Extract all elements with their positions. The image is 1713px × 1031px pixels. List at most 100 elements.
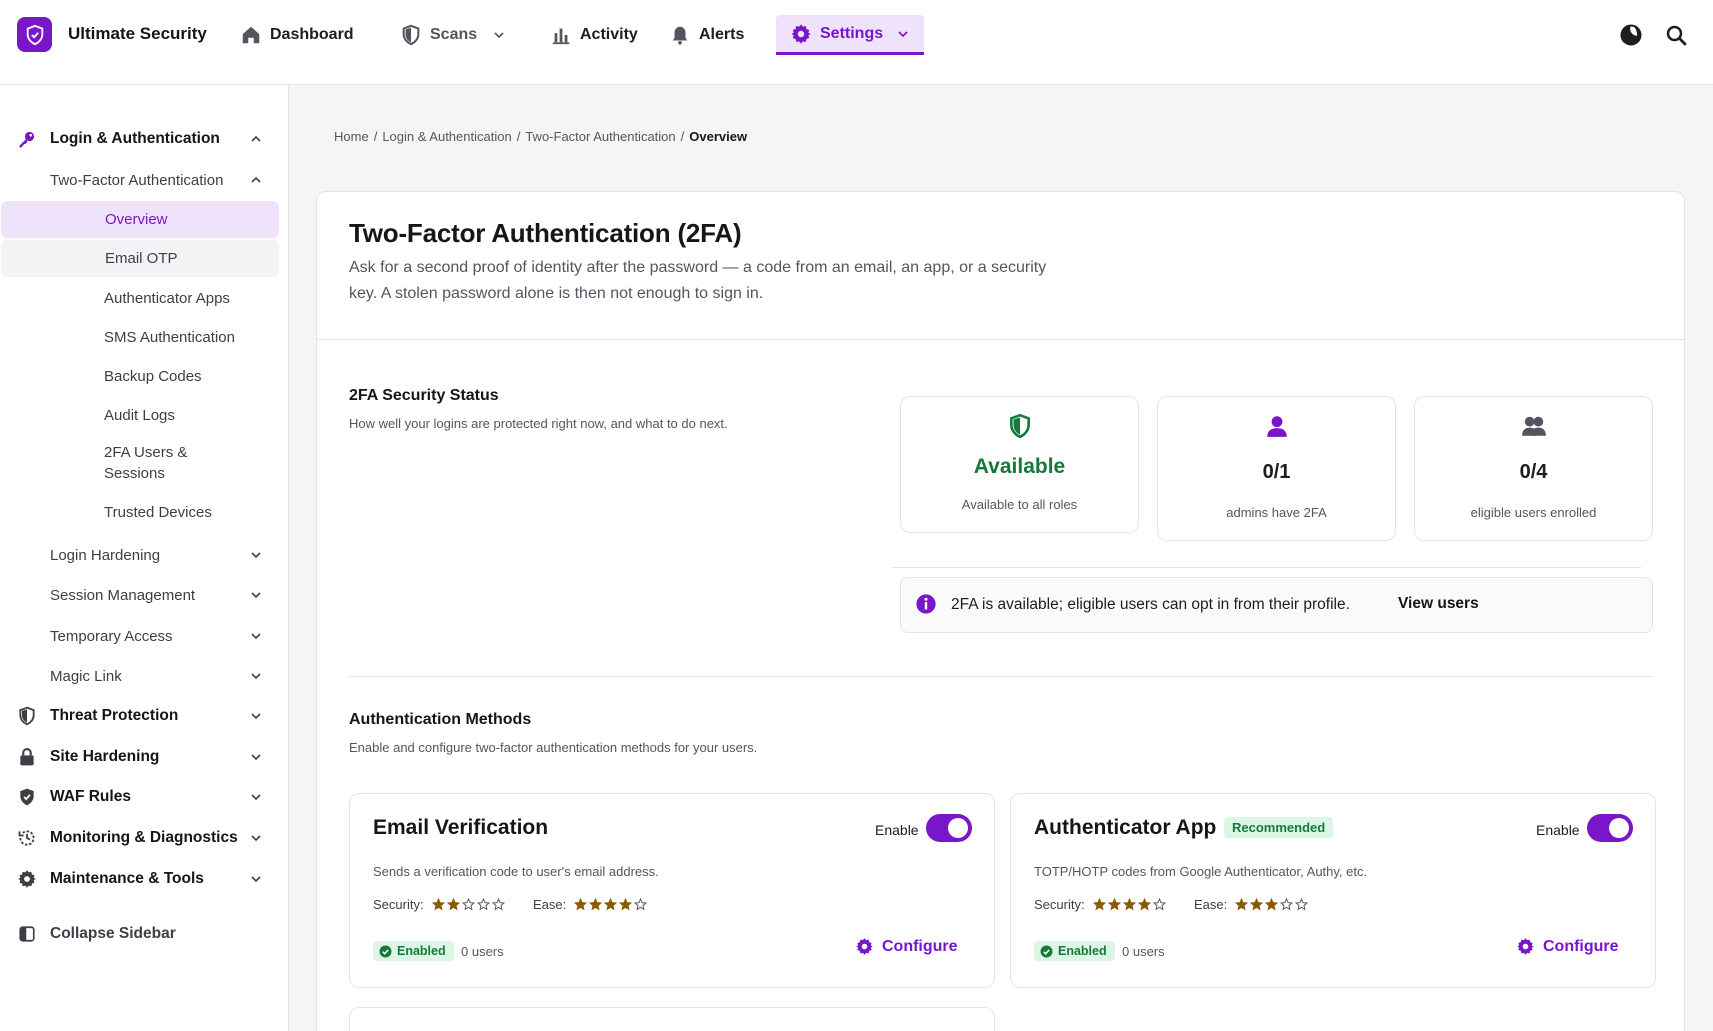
star-empty-icon [1295,898,1309,911]
sidebar-item-magic-link[interactable]: Magic Link [0,664,289,688]
nav-alerts[interactable]: Alerts [661,15,752,55]
theme-toggle-icon[interactable] [1619,23,1643,47]
sidebar-item-threat-protection[interactable]: Threat Protection [0,704,289,728]
app-title: Ultimate Security [68,24,207,43]
star-filled-icon [1235,898,1249,911]
chevron-down-icon [251,552,261,559]
nav-dashboard-label: Dashboard [270,26,354,43]
sidebar-item-trusted-devices[interactable]: Trusted Devices [0,494,289,531]
shield-icon [402,24,420,46]
ease-rating: Ease: [533,897,648,912]
nav-activity[interactable]: Activity [542,15,646,55]
sidebar-item-two-factor[interactable]: Two-Factor Authentication [0,169,289,191]
stat-label: Available to all roles [961,497,1078,512]
enable-label: Enable [1536,822,1580,838]
nav-scans[interactable]: Scans [392,15,515,55]
sidebar: Login & Authentication Two-Factor Authen… [0,85,289,1031]
divider [317,339,1684,340]
history-icon [17,828,37,848]
sidebar-item-audit-logs[interactable]: Audit Logs [0,397,289,434]
security-stars [1092,898,1166,911]
info-icon [916,594,936,614]
stat-label: eligible users enrolled [1470,505,1597,520]
breadcrumb-home[interactable]: Home [334,129,369,144]
breadcrumb-two-factor[interactable]: Two-Factor Authentication [525,129,675,144]
sidebar-item-temporary-access[interactable]: Temporary Access [0,624,289,648]
nav-settings-label: Settings [820,24,884,42]
gear-icon [856,938,873,955]
sidebar-item-email-otp[interactable]: Email OTP [1,240,279,277]
main-card: Two-Factor Authentication (2FA) Ask for … [316,191,1685,1031]
star-empty-icon [1280,898,1294,911]
chevron-down-icon [251,835,261,842]
view-users-link[interactable]: View users [1398,595,1479,613]
status-section-description: How well your logins are protected right… [349,416,728,431]
star-filled-icon [1250,898,1264,911]
sidebar-item-label: Site Hardening [50,748,160,765]
search-icon[interactable] [1664,23,1688,47]
security-rating: Security: [1034,897,1166,912]
star-filled-icon [1137,898,1151,911]
security-label: Security: [373,897,424,912]
chevron-up-icon [251,176,261,183]
key-icon [17,129,37,149]
method-card-email: Email Verification Enable Sends a verifi… [349,793,995,988]
sidebar-item-sms-authentication[interactable]: SMS Authentication [0,319,289,356]
methods-section-title: Authentication Methods [349,711,532,728]
shield-check-icon [17,787,37,807]
star-empty-icon [1152,898,1166,911]
stat-value: Available [973,455,1066,478]
sidebar-item-label: Backup Codes [104,368,202,385]
method-card-partial [349,1007,995,1031]
sidebar-item-label: Trusted Devices [104,504,212,521]
sidebar-item-monitoring-diagnostics[interactable]: Monitoring & Diagnostics [0,826,289,850]
sidebar-item-2fa-users-sessions[interactable]: 2FA Users & Sessions [0,441,289,485]
divider [891,567,1641,568]
divider [349,676,1653,677]
sidebar-item-maintenance-tools[interactable]: Maintenance & Tools [0,867,289,891]
enable-toggle[interactable] [1587,814,1633,842]
collapse-sidebar-button[interactable]: Collapse Sidebar [0,922,289,946]
breadcrumb-login-authentication[interactable]: Login & Authentication [382,129,511,144]
gear-icon [1517,938,1534,955]
sidebar-item-site-hardening[interactable]: Site Hardening [0,745,289,769]
sidebar-item-login-hardening[interactable]: Login Hardening [0,543,289,567]
method-card-authenticator: Authenticator App Recommended Enable TOT… [1010,793,1656,988]
chevron-down-icon [494,32,504,39]
star-empty-icon [491,898,505,911]
lock-icon [17,747,37,767]
check-circle-icon [1040,945,1053,957]
enable-toggle[interactable] [926,814,972,842]
configure-button[interactable]: Configure [1516,937,1619,956]
sidebar-item-label: Login Hardening [50,546,161,564]
sidebar-item-session-management[interactable]: Session Management [0,583,289,607]
stat-card-availability: Available Available to all roles [900,396,1139,533]
breadcrumb: Home / Login & Authentication / Two-Fact… [334,129,747,144]
star-empty-icon [634,898,648,911]
configure-button[interactable]: Configure [855,937,958,956]
nav-dashboard[interactable]: Dashboard [232,15,362,55]
status-text: Enabled [397,944,446,958]
sidebar-item-label: WAF Rules [50,788,131,805]
stat-value: 0/1 [1262,461,1291,483]
sidebar-item-waf-rules[interactable]: WAF Rules [0,785,289,809]
status-badge: Enabled [1034,941,1115,961]
sidebar-item-label: Authenticator Apps [104,290,230,307]
sidebar-item-label: 2FA Users & Sessions [104,444,188,482]
sidebar-item-authenticator-apps[interactable]: Authenticator Apps [0,280,289,317]
breadcrumb-separator: / [680,129,685,144]
security-label: Security: [1034,897,1085,912]
stat-card-admins: 0/1 admins have 2FA [1157,396,1396,541]
methods-section-description: Enable and configure two-factor authenti… [349,740,758,755]
check-circle-icon [379,945,392,957]
nav-settings[interactable]: Settings [776,15,924,55]
breadcrumb-separator: / [373,129,378,144]
collapse-sidebar-label: Collapse Sidebar [50,925,176,942]
sidebar-item-login-authentication[interactable]: Login & Authentication [0,127,289,151]
sidebar-item-label: Monitoring & Diagnostics [50,829,238,846]
sidebar-item-overview[interactable]: Overview [1,201,279,238]
logo-icon[interactable] [17,17,52,52]
sidebar-item-backup-codes[interactable]: Backup Codes [0,358,289,395]
ease-label: Ease: [1194,897,1228,912]
gear-icon [17,869,37,889]
